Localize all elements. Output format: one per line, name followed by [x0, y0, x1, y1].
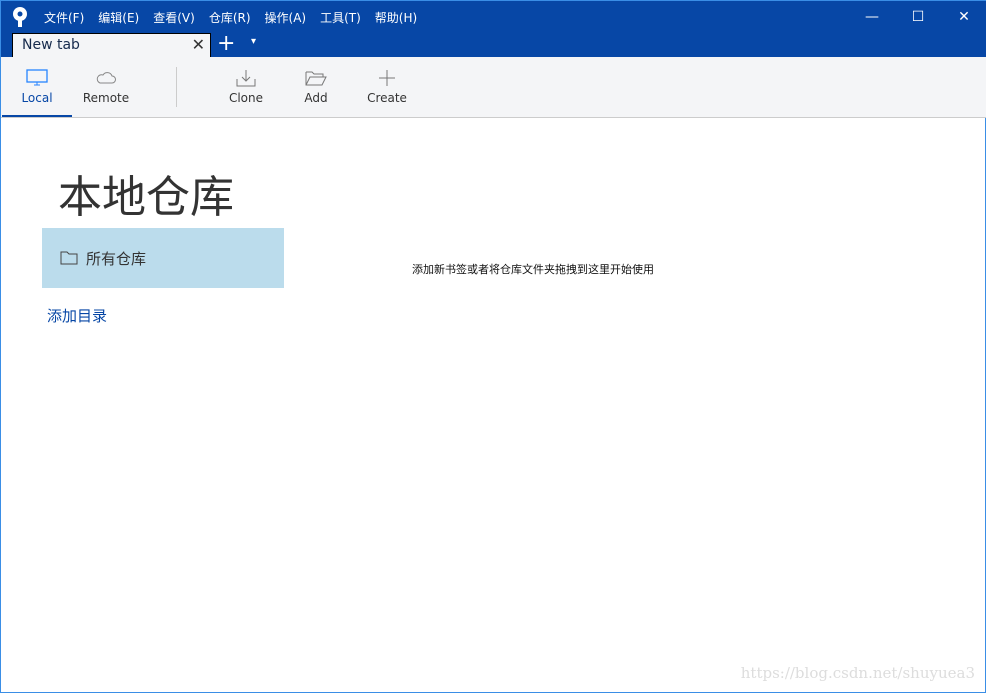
tab-new-tab[interactable]: New tab ✕ — [12, 33, 211, 57]
toolbar-divider — [176, 67, 177, 107]
create-button[interactable]: Create — [361, 57, 413, 117]
add-button[interactable]: Add — [291, 57, 341, 117]
menu-edit[interactable]: 编辑(E) — [98, 9, 139, 26]
local-tab[interactable]: Local — [2, 57, 72, 117]
menu-tools[interactable]: 工具(T) — [320, 9, 361, 26]
plus-icon — [379, 70, 395, 86]
minimize-button[interactable]: — — [849, 5, 895, 29]
clone-button[interactable]: Clone — [221, 57, 271, 117]
sourcetree-logo-icon — [13, 7, 27, 27]
menu-view[interactable]: 查看(V) — [153, 9, 195, 26]
menu-help[interactable]: 帮助(H) — [375, 9, 417, 26]
folder-open-icon — [305, 71, 327, 86]
empty-state-hint: 添加新书签或者将仓库文件夹拖拽到这里开始使用 — [412, 263, 654, 276]
watermark: https://blog.csdn.net/shuyuea3 — [740, 664, 975, 682]
menu-repository[interactable]: 仓库(R) — [209, 9, 251, 26]
menu-bar: 文件(F) 编辑(E) 查看(V) 仓库(R) 操作(A) 工具(T) 帮助(H… — [44, 9, 417, 26]
menu-file[interactable]: 文件(F) — [44, 9, 84, 26]
tab-label: New tab — [22, 37, 80, 53]
folder-icon — [60, 251, 78, 265]
close-window-button[interactable]: ✕ — [941, 5, 986, 29]
menu-actions[interactable]: 操作(A) — [265, 9, 307, 26]
remote-tab[interactable]: Remote — [73, 57, 139, 117]
all-repositories-item[interactable]: 所有仓库 — [42, 228, 284, 288]
toolbar: Local Remote Clone Add Create — [1, 57, 986, 118]
tab-dropdown-icon[interactable]: ▾ — [251, 36, 256, 47]
cloud-icon — [96, 72, 116, 84]
new-tab-button[interactable]: + — [217, 31, 235, 56]
monitor-icon — [26, 69, 48, 86]
maximize-button[interactable]: ☐ — [895, 5, 941, 29]
download-icon — [236, 70, 256, 87]
title-bar: 文件(F) 编辑(E) 查看(V) 仓库(R) 操作(A) 工具(T) 帮助(H… — [1, 1, 986, 57]
close-tab-icon[interactable]: ✕ — [192, 35, 205, 54]
page-title: 本地仓库 — [58, 172, 234, 223]
add-directory-link[interactable]: 添加目录 — [47, 305, 107, 326]
